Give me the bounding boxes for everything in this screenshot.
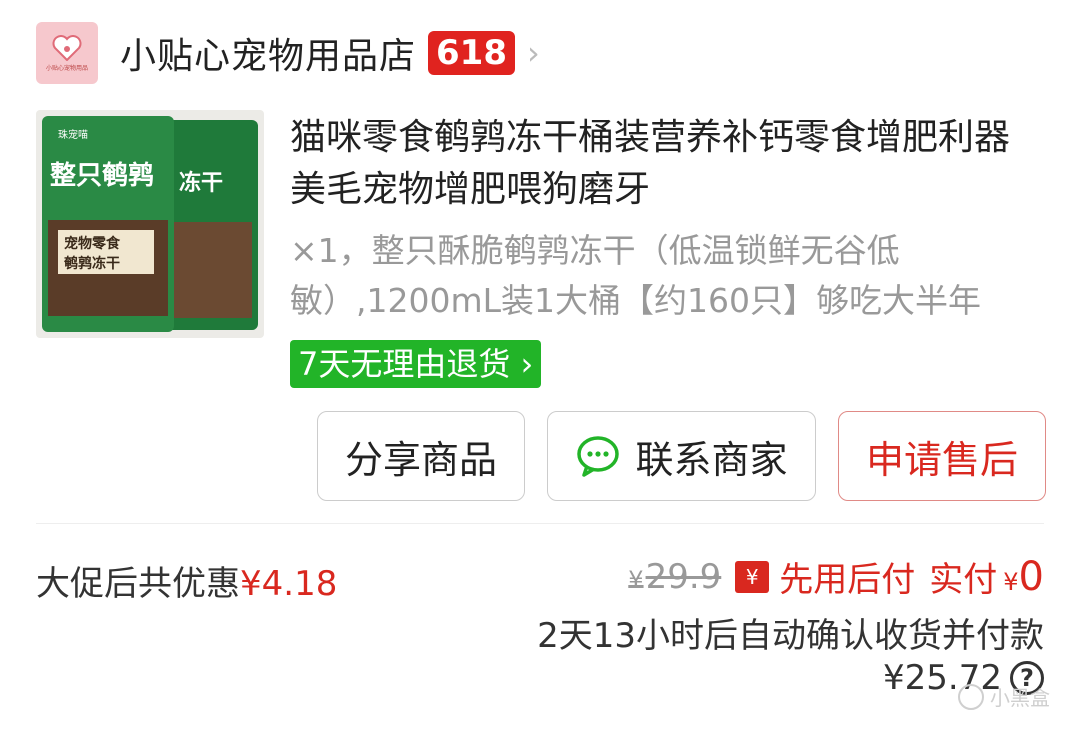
bag-side-text: 冻干 <box>179 170 223 196</box>
product-title[interactable]: 猫咪零食鹌鹑冻干桶装营养补钙零食增肥利器美毛宠物增肥喂狗磨牙 <box>290 112 1030 216</box>
share-button[interactable]: 分享商品 <box>317 411 525 501</box>
actual-paid-currency: ¥ <box>1003 567 1019 596</box>
chevron-right-icon: › <box>510 345 534 383</box>
chat-bubble-icon <box>577 436 620 477</box>
watermark-text: 小黑盒 <box>990 686 1050 710</box>
after-sale-label: 申请售后 <box>865 437 1018 482</box>
promo-amount: ¥4.18 <box>240 564 338 604</box>
contact-seller-button[interactable]: 联系商家 <box>547 411 816 501</box>
bag-label-1: 宠物零食 <box>64 235 121 252</box>
product-spec: ×1，整只酥脆鹌鹑冻干（低温锁鲜无谷低敏）,1200mL装1大桶【约160只】够… <box>290 231 981 320</box>
bag-headline: 整只鹌鹑 <box>50 160 154 191</box>
watermark-icon <box>958 683 984 710</box>
store-logo-text: 小贴心宠物用品 <box>45 64 88 72</box>
promo-618-badge: 618 <box>428 31 515 75</box>
pay-later-label: 先用后付 <box>779 560 916 600</box>
return-policy-label: 7天无理由退货 <box>298 345 511 383</box>
price-row: ¥29.9 ¥ 先用后付 实付 ¥0 <box>628 552 1044 601</box>
bag-brand: 珠宠喵 <box>58 128 88 141</box>
divider <box>36 523 1044 524</box>
promo-discount: 大促后共优惠¥4.18 <box>36 556 337 605</box>
promo-label: 大促后共优惠 <box>36 564 240 604</box>
bag-label-2: 鹌鹑冻干 <box>63 255 120 272</box>
actual-paid-value: 0 <box>1018 553 1044 600</box>
original-price: ¥29.9 <box>628 557 721 597</box>
store-header[interactable]: 小贴心宠物用品 小贴心宠物用品店 618 › <box>36 20 540 86</box>
chevron-right-icon[interactable]: › <box>527 34 540 72</box>
product-image[interactable]: 冻干 珠宠喵 整只鹌鹑 宠物零食 鹌鹑冻干 <box>36 110 264 338</box>
store-logo: 小贴心宠物用品 <box>36 22 98 84</box>
actual-paid-amount: ¥0 <box>1003 554 1044 600</box>
heart-paw-icon <box>52 34 82 61</box>
original-price-value: 29.9 <box>645 556 722 597</box>
watermark: 小黑盒 <box>958 682 1050 711</box>
pay-later-icon: ¥ <box>735 560 770 593</box>
contact-seller-label: 联系商家 <box>635 437 788 482</box>
original-price-currency: ¥ <box>628 565 644 594</box>
store-name[interactable]: 小贴心宠物用品店 <box>120 27 416 79</box>
share-button-label: 分享商品 <box>344 437 497 482</box>
auto-confirm-notice: 2天13小时后自动确认收货并付款 <box>537 616 1044 656</box>
after-sale-button[interactable]: 申请售后 <box>838 411 1046 501</box>
actual-paid-label: 实付 <box>929 560 998 600</box>
return-policy-badge[interactable]: 7天无理由退货 › <box>290 340 542 388</box>
